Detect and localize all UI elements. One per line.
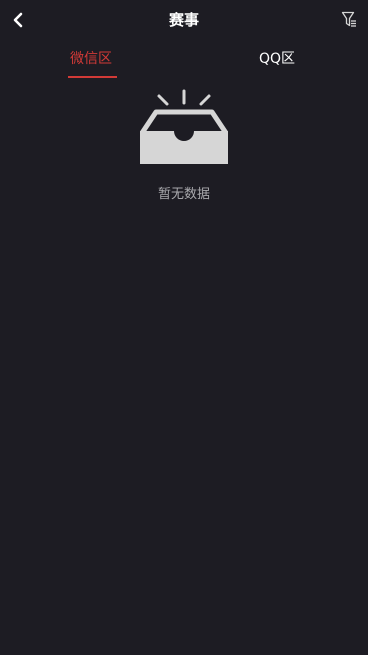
tab-label-qq: QQ区 [258,51,296,67]
tab-bar: 微信区 QQ区 [0,40,368,80]
filter-button[interactable] [341,11,357,29]
header-bar: 赛事 [0,0,368,40]
tab-wechat[interactable]: 微信区 [60,40,122,80]
filter-icon [341,11,356,27]
tab-qq[interactable]: QQ区 [246,40,308,80]
empty-state-text: 暂无数据 [157,187,210,202]
active-tab-indicator [68,76,117,78]
empty-state: 暂无数据 [0,88,368,204]
empty-inbox-icon [139,89,229,164]
page-title: 赛事 [168,11,199,29]
tab-label-wechat: 微信区 [70,51,112,67]
screen: 赛事 微信区 QQ区 暂无数据 [0,0,368,655]
